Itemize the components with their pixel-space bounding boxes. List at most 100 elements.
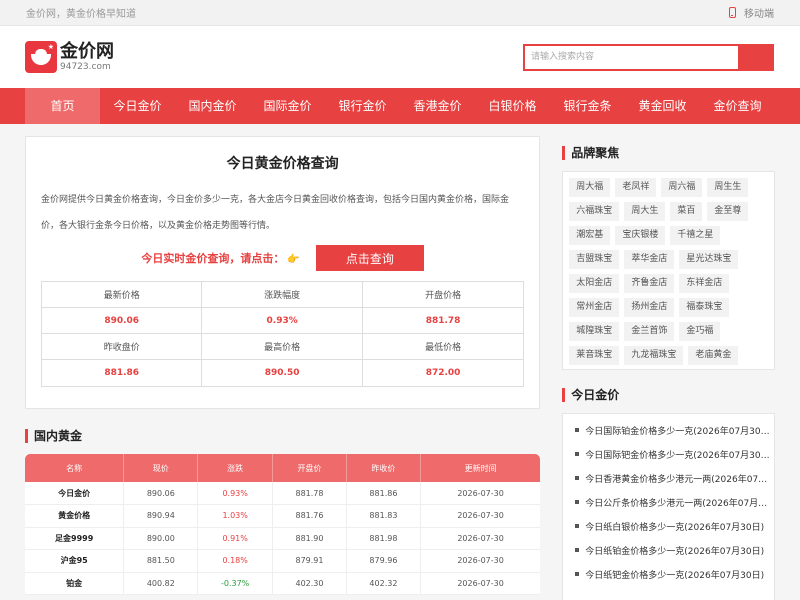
gold-price-query-card: 今日黄金价格查询 金价网提供今日黄金价格查询，今日金价多少一克，各大金店今日黄金… (25, 136, 541, 409)
table-row[interactable]: 黄金价格 890.94 1.03% 881.76 881.83 2026-07-30 (25, 504, 541, 528)
right-column: 品牌聚焦 周大福 老凤祥 周六福 周生生 六福珠宝 周大生 菜百 金至尊 潮宏基 宝庆银楼 千禧之星… (562, 136, 775, 600)
brand-tag[interactable]: 太阳金店 (569, 274, 620, 293)
price-label: 昨收盘价 (42, 334, 203, 360)
row-price: 400.82 (123, 572, 199, 595)
pointing-hand-icon: 👉 (287, 254, 300, 265)
price-value: 0.93% (202, 308, 363, 334)
brand-tag[interactable]: 常州金店 (569, 298, 620, 317)
query-description: 金价网提供今日黄金价格查询，今日金价多少一克，各大金店今日黄金回收价格查询，包括… (41, 195, 510, 231)
brand-tag[interactable]: 吉盟珠宝 (569, 250, 620, 269)
brand-tag[interactable]: 萃华金店 (624, 250, 675, 269)
list-item[interactable]: 今日纸钯金价格多少一克(2026年07月30日) (563, 562, 774, 586)
price-value: 881.86 (42, 360, 203, 386)
table-row[interactable]: 足金9999 890.00 0.91% 881.90 881.98 2026-07-30 (25, 527, 541, 550)
search-input[interactable] (525, 45, 738, 69)
brand-tag[interactable]: 周大福 (569, 178, 611, 197)
nav-item[interactable]: 今日金价 (100, 88, 175, 124)
site-logo[interactable]: ★ 金价网 94723.com (25, 41, 114, 73)
table-row[interactable]: 今日金价 890.06 0.93% 881.78 881.86 2026-07-30 (25, 482, 541, 505)
row-prev-close: 881.98 (346, 527, 421, 550)
brand-tag[interactable]: 金巧福 (679, 322, 721, 341)
brand-tag[interactable]: 九龙福珠宝 (624, 346, 684, 365)
today-price-heading: 今日金价 (562, 386, 775, 403)
nav-item[interactable]: 首页 (25, 88, 100, 124)
query-title: 今日黄金价格查询 (226, 156, 339, 172)
nav-item[interactable]: 白银价格 (475, 88, 550, 124)
brand-tag[interactable]: 老庙黄金 (688, 346, 739, 365)
list-item[interactable]: 今日纸白银价格多少一克(2026年07月30日) (563, 514, 774, 538)
brand-tag[interactable]: 金兰首饰 (624, 322, 675, 341)
nav-item[interactable]: 国内金价 (175, 88, 250, 124)
price-value: 890.06 (42, 308, 203, 334)
price-label: 涨跌幅度 (202, 282, 363, 308)
table-header-cell: 现价 (123, 454, 199, 482)
row-prev-close: 402.32 (346, 572, 421, 595)
row-name[interactable]: 沪金95 (25, 549, 125, 573)
gold-bowl-logo-icon: ★ (25, 41, 57, 73)
row-price: 890.94 (123, 504, 199, 528)
brand-tag[interactable]: 东祥金店 (679, 274, 730, 293)
logo-name: 金价网 (60, 40, 114, 62)
table-header-cell: 涨跌 (197, 454, 274, 482)
list-item[interactable]: 今日公斤条价格多少港元一两(2026年07月30日) (563, 490, 774, 514)
list-item[interactable]: 今日纸铂金价格多少一克(2026年07月30日) (563, 538, 774, 562)
list-item[interactable]: 今日国际钯金价格多少一克(2026年07月30日) (563, 442, 774, 466)
list-item[interactable]: 今日国际铂金价格多少一克(2026年07月30日) (563, 418, 774, 442)
nav-item[interactable]: 香港金价 (400, 88, 475, 124)
left-column: 今日黄金价格查询 金价网提供今日黄金价格查询，今日金价多少一克，各大金店今日黄金… (25, 136, 541, 600)
bullet-icon (575, 500, 580, 504)
brand-tag[interactable]: 老凤祥 (615, 178, 657, 197)
list-item-link[interactable]: 今日国际钯金价格多少一克(2026年07月30日) (585, 448, 770, 461)
brand-tag[interactable]: 金至尊 (707, 202, 749, 221)
table-row[interactable]: 沪金95 881.50 0.18% 879.91 879.96 2026-07-30 (25, 549, 541, 573)
brand-tag[interactable]: 千禧之星 (670, 226, 721, 245)
mobile-link[interactable]: 移动端 (729, 5, 774, 20)
brand-tag[interactable]: 齐鲁金店 (624, 274, 675, 293)
row-name[interactable]: 黄金价格 (25, 504, 125, 528)
row-name[interactable]: 今日金价 (25, 482, 125, 505)
nav-item[interactable]: 银行金条 (550, 88, 625, 124)
row-open: 881.76 (272, 504, 347, 528)
row-update-time: 2026-07-30 (420, 572, 541, 595)
brand-tag[interactable]: 福泰珠宝 (679, 298, 730, 317)
search-button[interactable] (738, 45, 772, 69)
list-item[interactable]: 今日香港黄金价格多少港元一两(2026年07月30日) (563, 466, 774, 490)
brand-tag[interactable]: 星光达珠宝 (679, 250, 739, 269)
brand-tag[interactable]: 扬州金店 (624, 298, 675, 317)
brand-tag[interactable]: 潮宏基 (569, 226, 611, 245)
nav-item[interactable]: 国际金价 (250, 88, 325, 124)
row-update-time: 2026-07-30 (420, 549, 541, 573)
list-item-link[interactable]: 今日纸钯金价格多少一克(2026年07月30日) (585, 568, 770, 581)
logo-domain: 94723.com (60, 61, 111, 72)
brand-tag[interactable]: 城隍珠宝 (569, 322, 620, 341)
list-item-link[interactable]: 今日国际铂金价格多少一克(2026年07月30日) (585, 424, 770, 437)
row-name[interactable]: 足金9999 (25, 527, 125, 550)
brand-tag[interactable]: 周大生 (624, 202, 666, 221)
nav-item[interactable]: 金价查询 (700, 88, 775, 124)
brand-tag[interactable]: 周六福 (661, 178, 703, 197)
list-item-link[interactable]: 今日香港黄金价格多少港元一两(2026年07月30日) (585, 472, 770, 485)
brand-tag[interactable]: 六福珠宝 (569, 202, 620, 221)
brand-tag[interactable]: 周生生 (707, 178, 749, 197)
brand-tag[interactable]: 菜百 (670, 202, 703, 221)
brand-tag[interactable]: 宝庆银楼 (615, 226, 666, 245)
row-name[interactable]: 铂金 (25, 572, 125, 595)
query-button[interactable]: 点击查询 (315, 245, 424, 271)
table-row[interactable]: 铂金 400.82 -0.37% 402.30 402.32 2026-07-30 (25, 572, 541, 595)
list-item-link[interactable]: 今日公斤条价格多少港元一两(2026年07月30日) (585, 496, 770, 509)
nav-item[interactable]: 银行金价 (325, 88, 400, 124)
price-label: 最高价格 (202, 334, 363, 360)
row-change: -0.37% (197, 572, 274, 595)
list-item-link[interactable]: 今日纸铂金价格多少一克(2026年07月30日) (585, 544, 770, 557)
row-open: 881.90 (272, 527, 347, 550)
site-header: ★ 金价网 94723.com (0, 26, 800, 88)
row-price: 881.50 (123, 549, 199, 573)
brand-tag[interactable]: 莱音珠宝 (569, 346, 620, 365)
price-value: 890.50 (202, 360, 363, 386)
phone-icon (729, 7, 736, 18)
list-item-link[interactable]: 今日纸白银价格多少一克(2026年07月30日) (585, 520, 770, 533)
nav-item[interactable]: 黄金回收 (625, 88, 700, 124)
row-update-time: 2026-07-30 (420, 527, 541, 550)
table-header-cell: 更新时间 (420, 454, 541, 482)
table-header-cell: 开盘价 (272, 454, 347, 482)
